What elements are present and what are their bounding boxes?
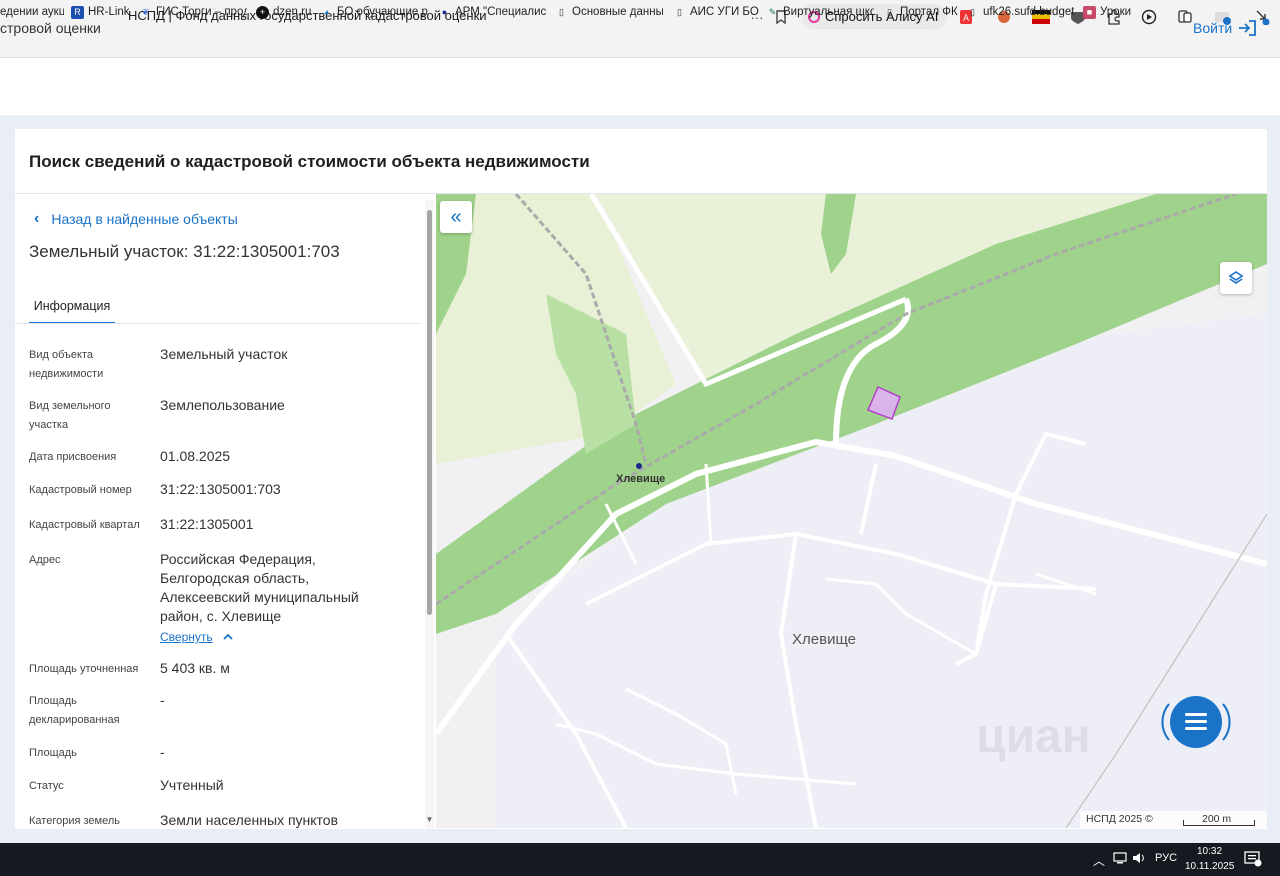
site-header	[0, 58, 1280, 115]
login-button[interactable]: Войти	[1193, 20, 1257, 36]
collections-icon[interactable]	[1175, 7, 1195, 27]
scale-label: 200 m	[1202, 813, 1232, 825]
double-chevron-left-icon: «	[450, 205, 462, 228]
volume-icon[interactable]	[1132, 852, 1146, 867]
network-icon[interactable]	[1113, 852, 1127, 867]
field-label: Адрес	[29, 554, 61, 566]
doc-icon: ▯	[887, 6, 892, 17]
field-value: 31:22:1305001:703	[160, 481, 281, 497]
bookmark-item[interactable]: ◕ БО обучающие ре	[320, 4, 428, 20]
hr-link-icon: R	[71, 5, 84, 19]
collapse-address-link[interactable]: Свернуть	[160, 630, 234, 644]
page-title: Поиск сведений о кадастровой стоимости о…	[29, 152, 590, 171]
lessons-icon: ■	[1083, 5, 1096, 19]
map-attribution: НСПД 2025 © 200 m	[1080, 811, 1267, 828]
field-label: Вид объекта недвижимости	[29, 349, 104, 380]
chat-icon	[1161, 696, 1231, 748]
attribution-text: НСПД 2025 ©	[1086, 813, 1153, 825]
field-value: Учтенный	[160, 777, 224, 793]
field-label: Площадь	[29, 747, 77, 759]
field-value: Землепользование	[160, 397, 285, 413]
field-value: 5 403 кв. м	[160, 660, 230, 676]
map-village-label: Хлевище	[792, 631, 856, 648]
bookmark-item[interactable]: ✎ Виртуальная шко	[766, 4, 874, 20]
scrollbar-thumb[interactable]	[427, 210, 432, 615]
clock-time[interactable]: 10:32	[1197, 846, 1222, 857]
clock-date[interactable]: 10.11.2025	[1185, 861, 1234, 872]
field-value: 01.08.2025	[160, 448, 231, 464]
chevron-up-icon	[223, 633, 233, 640]
layers-icon	[1228, 271, 1244, 284]
chevron-left-icon: ‹	[34, 210, 40, 227]
field-label: Категория земель	[29, 815, 120, 827]
map-layers-button[interactable]	[1220, 262, 1252, 294]
field-label: Вид земельного участка	[29, 400, 111, 431]
dzen-icon: +	[256, 5, 269, 19]
login-icon	[1239, 20, 1257, 36]
address-value: Российская Федерация, Белгородская облас…	[160, 551, 359, 624]
bo-icon: ◕	[323, 7, 330, 17]
bookmark-item[interactable]: ▯ АИС УГИ БО	[673, 4, 761, 20]
windows-taskbar	[0, 843, 1280, 876]
back-label: Назад в найденные объекты	[51, 211, 238, 227]
bookmark-item[interactable]: ■ Уроки	[1083, 4, 1143, 20]
map-place-label: Хлевище	[616, 473, 666, 485]
bookmark-item[interactable]: ▯ Основные данные	[555, 4, 663, 20]
field-label: Статус	[29, 780, 64, 792]
notifications-icon[interactable]	[1244, 851, 1262, 870]
tab-information[interactable]: Информация	[29, 293, 115, 324]
field-label: Дата присвоения	[29, 451, 117, 463]
bookmark-item[interactable]: R HR-Link	[71, 4, 133, 20]
field-value: Земельный участок	[160, 346, 288, 362]
field-label: Кадастровый номер	[29, 484, 132, 496]
virtual-school-icon: ✎	[768, 6, 777, 17]
gis-torgi-icon: ❦	[141, 6, 150, 17]
doc-icon: ▯	[677, 6, 682, 17]
field-value: -	[160, 744, 165, 760]
doc-icon: ▯	[559, 6, 564, 17]
tabs-divider	[15, 323, 420, 324]
scroll-down-arrow-icon[interactable]: ▼	[425, 815, 434, 825]
login-label: Войти	[1193, 20, 1233, 36]
chevron-up-icon[interactable]: ︿	[1093, 852, 1105, 869]
collapse-panel-button[interactable]: «	[440, 201, 472, 233]
chat-button[interactable]	[1159, 690, 1233, 754]
map-view[interactable]: Хлевище Хлевище циан	[436, 194, 1267, 828]
field-label: Площадь уточненная	[29, 663, 139, 675]
bookmark-item[interactable]: ● АРМ "Специалист	[438, 4, 546, 20]
map-canvas[interactable]	[436, 194, 1267, 828]
doc-icon: ▯	[970, 6, 975, 17]
watermark: циан	[976, 710, 1091, 763]
arm-icon: ●	[441, 7, 448, 17]
site-title[interactable]: стровой оценки	[0, 20, 101, 36]
field-value: -	[160, 692, 165, 708]
back-to-results-link[interactable]: ‹ Назад в найденные объекты	[34, 210, 238, 228]
field-value: 31:22:1305001	[160, 516, 254, 532]
bookmark-item[interactable]: ▯ ufk26.sufd.budget	[966, 4, 1074, 20]
language-indicator[interactable]: РУС	[1155, 852, 1177, 864]
bookmark-item[interactable]: ▯ Портал ФК	[883, 4, 959, 20]
bookmark-item[interactable]: + dzen.ru	[256, 4, 314, 20]
field-value: Земли населенных пунктов	[160, 812, 339, 828]
field-label: Кадастровый квартал	[29, 519, 140, 531]
bookmarks-bar	[0, 33, 1280, 58]
object-title: Земельный участок: 31:22:1305001:703	[29, 242, 340, 261]
collapse-label: Свернуть	[160, 630, 213, 644]
field-label: Площадь декларированная	[29, 695, 120, 726]
bookmark-item[interactable]: едении аукц	[0, 4, 64, 20]
bookmark-item[interactable]: ❦ ГИС Торги – прод	[139, 4, 247, 20]
